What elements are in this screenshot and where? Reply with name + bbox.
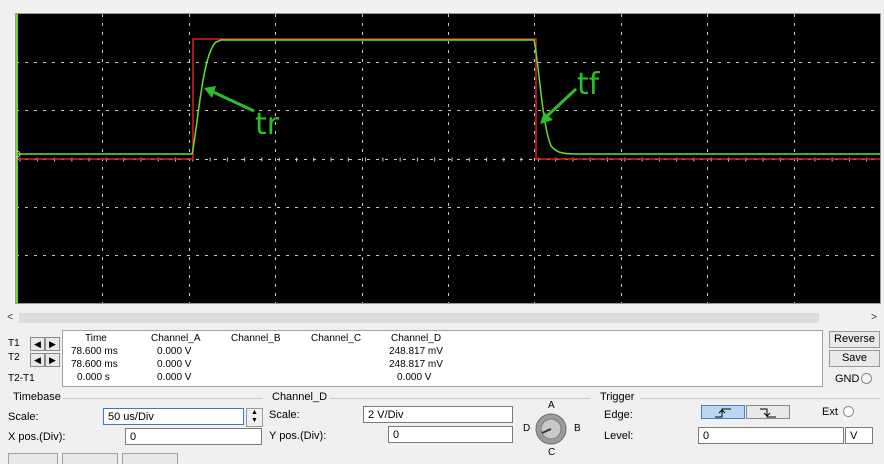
rise-arrow-line: [210, 89, 255, 113]
edge-label: Edge:: [604, 409, 633, 421]
spin-up-icon[interactable]: ▲: [247, 409, 262, 417]
channel-selector-knob-icon[interactable]: [534, 412, 570, 449]
ypos-label: Y pos.(Div):: [269, 430, 327, 442]
scroll-left-icon[interactable]: <: [3, 311, 17, 325]
channel-scale-label: Scale:: [269, 409, 300, 421]
xpos-input[interactable]: 0: [125, 428, 262, 445]
spin-down-icon[interactable]: ▼: [247, 417, 262, 425]
trigger-divider: [640, 398, 880, 399]
falling-edge-button[interactable]: [746, 405, 790, 419]
t2-channel-d: 248.817 mV: [389, 359, 443, 370]
falling-edge-icon: [760, 408, 776, 418]
t1-channel-a: 0.000 V: [157, 346, 192, 357]
t1-channel-d: 248.817 mV: [389, 346, 443, 357]
header-channel-d: Channel_D: [391, 333, 442, 344]
t1-label: T1: [8, 338, 20, 349]
timebase-scale-input[interactable]: 50 us/Div: [103, 408, 244, 425]
trigger-title: Trigger: [600, 391, 635, 403]
xpos-label: X pos.(Div):: [8, 431, 66, 443]
ext-radio[interactable]: [843, 406, 854, 417]
t2-time: 78.600 ms: [71, 359, 118, 370]
timebase-divider: [63, 398, 263, 399]
t2-left-arrow-icon[interactable]: ◀: [30, 353, 45, 367]
bottom-tab-2[interactable]: [62, 453, 118, 464]
header-channel-a: Channel_A: [151, 333, 201, 344]
t2-t1-channel-a: 0.000 V: [157, 372, 192, 383]
header-channel-b: Channel_B: [231, 333, 281, 344]
rising-edge-icon: [715, 408, 731, 418]
rise-time-label: tr: [255, 107, 280, 142]
scrollbar-thumb[interactable]: [19, 313, 819, 323]
level-input[interactable]: 0: [698, 427, 844, 444]
t2-channel-a: 0.000 V: [157, 359, 192, 370]
timebase-scale-label: Scale:: [8, 411, 39, 423]
channel-title: Channel_D: [272, 391, 328, 403]
measurement-table: Time Channel_A Channel_B Channel_C Chann…: [62, 330, 823, 387]
t2-t1-channel-d: 0.000 V: [397, 372, 432, 383]
fall-time-label: tf: [577, 67, 600, 102]
channel-divider: [330, 398, 590, 399]
timebase-scale-spinner[interactable]: ▲ ▼: [246, 408, 263, 427]
header-time: Time: [85, 333, 107, 344]
rising-edge-button[interactable]: [701, 405, 745, 419]
t2-label: T2: [8, 352, 20, 363]
channel-scale-input[interactable]: 2 V/Div: [363, 406, 513, 423]
t1-left-arrow-icon[interactable]: ◀: [30, 337, 45, 351]
t1-time: 78.600 ms: [71, 346, 118, 357]
ext-label: Ext: [822, 406, 838, 418]
fall-arrow-line: [544, 87, 578, 119]
timebase-title: Timebase: [13, 391, 61, 403]
reverse-button[interactable]: Reverse: [829, 331, 880, 348]
oscilloscope-display[interactable]: tr tf: [15, 13, 881, 304]
selector-d-label: D: [523, 423, 531, 434]
ypos-input[interactable]: 0: [388, 426, 513, 443]
gnd-label: GND: [835, 373, 860, 385]
gnd-radio[interactable]: [861, 373, 872, 384]
t2-right-arrow-icon[interactable]: ▶: [45, 353, 60, 367]
level-label: Level:: [604, 430, 634, 442]
selector-b-label: B: [574, 423, 581, 434]
save-button[interactable]: Save: [829, 350, 880, 367]
t1-right-arrow-icon[interactable]: ▶: [45, 337, 60, 351]
waveform-plot: [16, 14, 880, 303]
bottom-tab-1[interactable]: [8, 453, 58, 464]
level-unit-field[interactable]: V: [845, 427, 873, 444]
header-channel-c: Channel_C: [311, 333, 362, 344]
bottom-tab-3[interactable]: [122, 453, 178, 464]
scroll-right-icon[interactable]: >: [867, 311, 881, 325]
t2-t1-time: 0.000 s: [77, 372, 110, 383]
t2-t1-label: T2-T1: [8, 373, 35, 384]
selector-a-label: A: [548, 400, 555, 411]
horizontal-scrollbar[interactable]: < >: [3, 311, 881, 325]
